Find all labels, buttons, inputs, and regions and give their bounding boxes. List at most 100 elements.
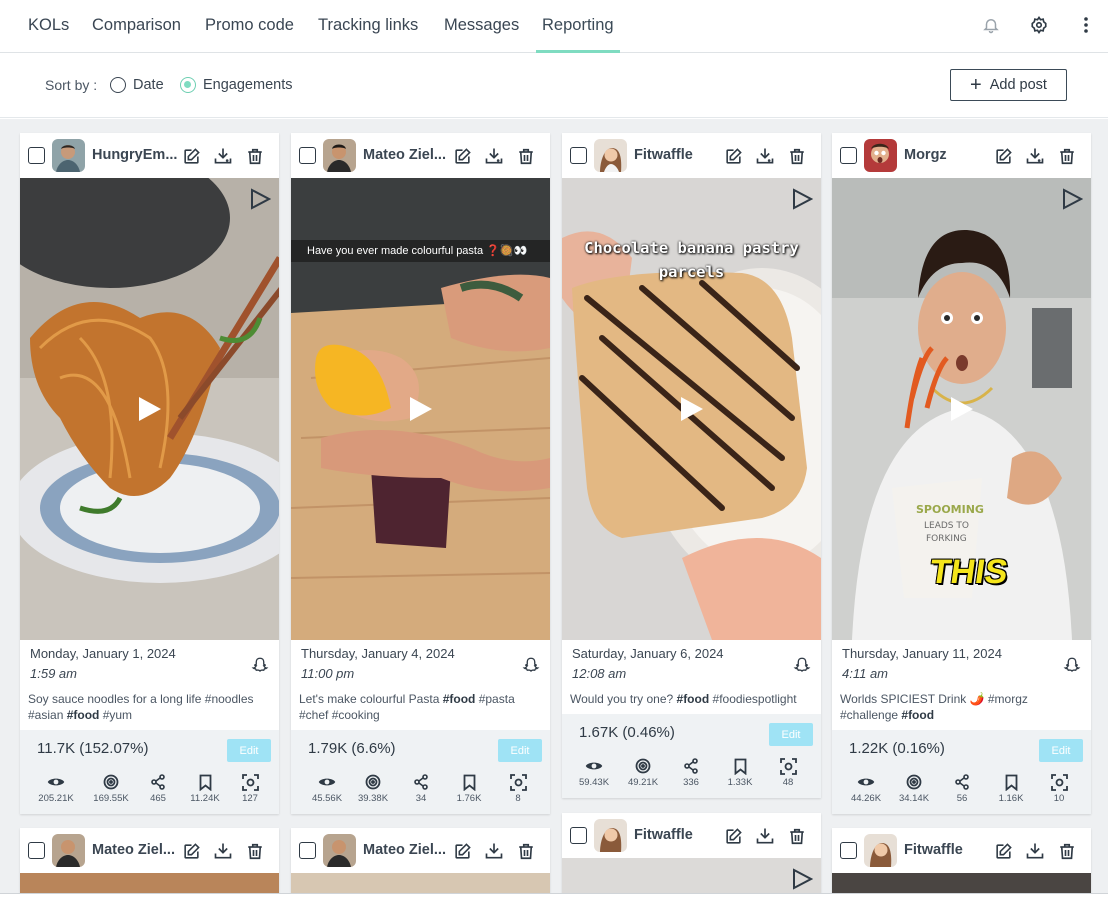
saves-value: 1.76K [456,793,482,804]
edit-icon[interactable] [451,145,473,167]
radio-circle [110,77,126,93]
post-stats: 1.67K (0.46%) Edit 59.43K 49.21K 336 1.3… [562,714,821,798]
shares-metric: 465 [136,772,180,804]
download-icon[interactable] [754,825,776,847]
card-header: HungryEm... [20,133,279,178]
edit-icon[interactable] [992,840,1014,862]
post-thumbnail[interactable] [291,873,550,893]
screenshots-value: 127 [242,793,258,804]
svg-text:LEADS TO: LEADS TO [924,521,969,531]
download-icon[interactable] [1024,145,1046,167]
avatar [864,834,897,867]
edit-stats-button[interactable]: Edit [1039,739,1083,762]
post-card: Mateo Ziel... [291,828,550,893]
edit-stats-button[interactable]: Edit [498,739,542,762]
bookmark-icon [989,772,1033,792]
views-value: 59.43K [578,777,610,788]
shares-metric: 34 [399,772,443,804]
play-icon[interactable] [672,389,712,429]
trash-icon[interactable] [1056,145,1078,167]
select-checkbox[interactable] [840,842,857,859]
screenshot-icon [766,756,810,776]
select-checkbox[interactable] [570,147,587,164]
tab-comparison[interactable]: Comparison [92,0,181,53]
trash-icon[interactable] [786,145,808,167]
avatar [52,834,85,867]
select-checkbox[interactable] [28,147,45,164]
sort-date-radio[interactable]: Date [110,76,164,94]
creator-name: Fitwaffle [634,827,693,843]
trash-icon[interactable] [786,825,808,847]
post-thumbnail[interactable] [832,873,1091,893]
post-thumbnail[interactable] [20,178,279,640]
trash-icon[interactable] [244,145,266,167]
trash-icon[interactable] [244,840,266,862]
post-info: Thursday, January 4, 2024 11:00 pm Let's… [291,640,550,730]
select-checkbox[interactable] [299,842,316,859]
reach-icon [892,772,936,792]
post-time: 11:00 pm [301,666,355,681]
trash-icon[interactable] [1056,840,1078,862]
post-time: 1:59 am [30,666,77,681]
avatar [323,139,356,172]
select-checkbox[interactable] [570,827,587,844]
tab-reporting[interactable]: Reporting [536,0,620,53]
download-icon[interactable] [212,840,234,862]
tab-promo-code[interactable]: Promo code [205,0,294,53]
post-caption: Let's make colourful Pasta #food #pasta … [299,692,515,722]
select-checkbox[interactable] [299,147,316,164]
svg-text:FORKING: FORKING [926,534,967,544]
avatar [323,834,356,867]
edit-stats-button[interactable]: Edit [769,723,813,746]
download-icon[interactable] [754,145,776,167]
avatar [52,139,85,172]
add-post-button[interactable]: + Add post [950,69,1067,101]
trash-icon[interactable] [515,145,537,167]
reach-icon [621,756,665,776]
play-icon[interactable] [130,389,170,429]
tab-tracking-links[interactable]: Tracking links [318,0,418,53]
posts-grid: HungryEm... Monday, January 1, 2024 1:59… [0,119,1108,893]
post-thumbnail[interactable] [562,858,821,893]
video-overlay-text: THIS [927,553,1011,591]
edit-stats-button[interactable]: Edit [227,739,271,762]
reach-value: 34.14K [898,793,930,804]
tab-kols[interactable]: KOLs [28,0,69,53]
sort-engagements-radio[interactable]: Engagements [180,76,292,94]
avatar [594,819,627,852]
select-checkbox[interactable] [840,147,857,164]
edit-icon[interactable] [180,840,202,862]
trash-icon[interactable] [515,840,537,862]
more-vertical-icon[interactable] [1075,14,1097,36]
shares-value: 56 [956,793,968,804]
post-thumbnail[interactable]: Chocolate banana pastry parcels [562,178,821,640]
download-icon[interactable] [483,840,505,862]
play-icon[interactable] [942,389,982,429]
post-card: Mateo Ziel... Have you ever made colourf… [291,133,550,814]
shares-value: 336 [683,777,699,788]
post-thumbnail[interactable]: Have you ever made colourful pasta ❓🥘👀 [291,178,550,640]
screenshot-icon [496,772,540,792]
edit-icon[interactable] [451,840,473,862]
reach-metric: 49.21K [621,756,665,788]
select-checkbox[interactable] [28,842,45,859]
engagement-value: 1.79K (6.6%) [308,740,396,757]
post-thumbnail[interactable] [20,873,279,893]
share-icon [399,772,443,792]
play-icon[interactable] [401,389,441,429]
share-icon [136,772,180,792]
edit-icon[interactable] [722,825,744,847]
gear-icon[interactable] [1028,14,1050,36]
tab-messages[interactable]: Messages [444,0,519,53]
post-caption: Would you try one? #food #foodiespotligh… [570,692,797,706]
edit-icon[interactable] [722,145,744,167]
download-icon[interactable] [1024,840,1046,862]
shares-metric: 56 [940,772,984,804]
download-icon[interactable] [212,145,234,167]
edit-icon[interactable] [180,145,202,167]
post-thumbnail[interactable]: SPOOMING LEADS TO FORKING THIS [832,178,1091,640]
shares-value: 34 [415,793,427,804]
edit-icon[interactable] [992,145,1014,167]
bell-icon[interactable] [980,14,1002,36]
download-icon[interactable] [483,145,505,167]
